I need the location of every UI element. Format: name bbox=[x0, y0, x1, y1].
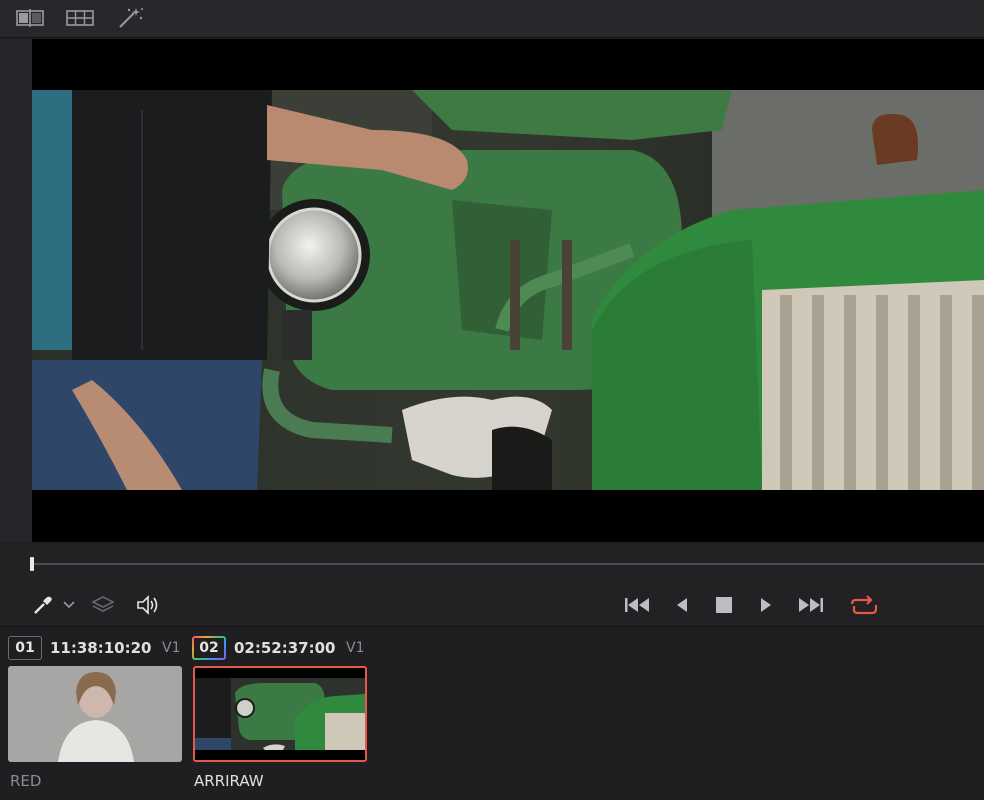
clip-label: RED bbox=[10, 772, 42, 790]
clip-number: 01 bbox=[8, 636, 42, 660]
magic-wand-icon[interactable] bbox=[114, 5, 146, 31]
eyedropper-icon[interactable] bbox=[28, 589, 58, 621]
speaker-icon[interactable] bbox=[132, 589, 164, 621]
split-screen-icon[interactable] bbox=[14, 5, 46, 31]
viewer-toolbar bbox=[0, 0, 984, 38]
clip-thumbnail[interactable] bbox=[8, 666, 182, 762]
clip-timecode: 02:52:37:00 bbox=[234, 639, 336, 657]
skip-to-start-icon[interactable] bbox=[620, 589, 654, 621]
clip-track: V1 bbox=[346, 640, 365, 656]
step-back-icon[interactable] bbox=[668, 589, 696, 621]
clip-label: ARRIRAW bbox=[194, 772, 264, 790]
clip-track: V1 bbox=[162, 640, 181, 656]
transport-controls bbox=[0, 583, 984, 627]
play-icon[interactable] bbox=[752, 589, 780, 621]
grid-icon[interactable] bbox=[64, 5, 96, 31]
clip-header: 01 11:38:10:20 bbox=[8, 636, 152, 660]
scrubber-bar[interactable] bbox=[0, 543, 984, 583]
viewer-canvas[interactable] bbox=[32, 39, 984, 542]
skip-to-end-icon[interactable] bbox=[794, 589, 828, 621]
clip-timecode: 11:38:10:20 bbox=[50, 639, 152, 657]
viewer-side-gutter bbox=[0, 39, 32, 542]
layers-icon[interactable] bbox=[88, 589, 118, 621]
video-frame bbox=[32, 90, 984, 490]
scrubber-track[interactable] bbox=[32, 563, 984, 565]
clip-header: 02 02:52:37:00 bbox=[192, 636, 336, 660]
loop-icon[interactable] bbox=[846, 589, 882, 621]
stop-icon[interactable] bbox=[710, 589, 738, 621]
clip-thumbnail-selected[interactable] bbox=[193, 666, 367, 762]
playhead[interactable] bbox=[30, 557, 34, 571]
clip-number: 02 bbox=[192, 636, 226, 660]
chevron-down-icon[interactable] bbox=[60, 589, 78, 621]
clip-gallery: 01 11:38:10:20 V1 RED 02 02:52:37:00 V1 bbox=[0, 628, 984, 800]
